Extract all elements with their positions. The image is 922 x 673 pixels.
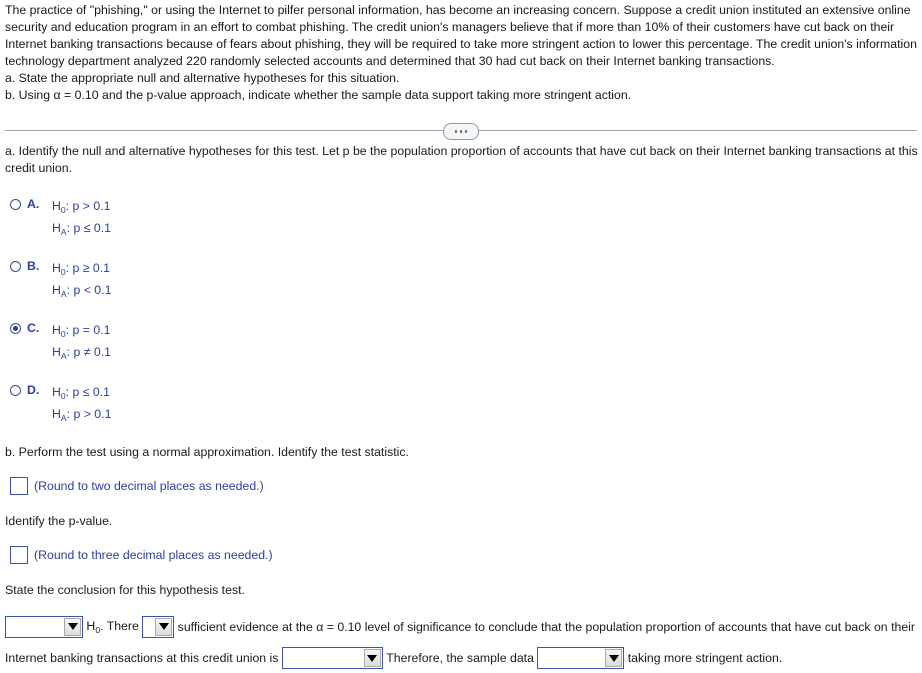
question-b-block: b. Perform the test using a normal appro… [0, 444, 922, 599]
choice-b-alt: HA: p < 0.1 [52, 283, 112, 299]
conclusion-h0-label: H0. There [86, 619, 139, 635]
radio-button-c[interactable] [10, 323, 21, 334]
chevron-down-icon [64, 617, 81, 636]
chevron-down-icon [605, 649, 623, 667]
problem-part-b: b. Using α = 0.10 and the p-value approa… [5, 88, 632, 102]
conclusion-text-4: taking more stringent action. [627, 651, 783, 665]
choice-b-null: H0: p ≥ 0.1 [52, 261, 111, 277]
choice-c-alt: HA: p ≠ 0.1 [52, 345, 111, 361]
choice-letter-b: B. [27, 259, 40, 273]
question-a-block: a. Identify the null and alternative hyp… [0, 143, 922, 426]
question-a-prompt: a. Identify the null and alternative hyp… [5, 144, 918, 175]
radio-button-d[interactable] [10, 385, 21, 396]
problem-part-a: a. State the appropriate null and altern… [5, 71, 400, 85]
choice-d-hypotheses: H0: p ≤ 0.1 HA: p > 0.1 [52, 382, 111, 426]
answer-choice-c[interactable]: C. H0: p = 0.1 HA: p ≠ 0.1 [5, 320, 918, 364]
conclusion-block: H0. There sufficient evidence at the α =… [0, 611, 922, 673]
exercise-page: The practice of "phishing," or using the… [0, 0, 922, 671]
conclusion-dropdown-proportion[interactable] [281, 647, 383, 669]
radio-button-a[interactable] [10, 199, 21, 210]
choice-letter-d: D. [27, 383, 40, 397]
question-b-prompt: b. Perform the test using a normal appro… [5, 445, 409, 459]
more-options-icon[interactable] [443, 123, 479, 140]
choice-c-null: H0: p = 0.1 [52, 323, 111, 339]
answer-choice-d[interactable]: D. H0: p ≤ 0.1 HA: p > 0.1 [5, 382, 918, 426]
section-divider [0, 119, 922, 143]
conclusion-text-3: Therefore, the sample data [386, 651, 534, 665]
choice-c-hypotheses: H0: p = 0.1 HA: p ≠ 0.1 [52, 320, 111, 364]
answer-choice-list: A. H0: p > 0.1 HA: p ≤ 0.1 B. H0: p ≥ 0.… [5, 196, 918, 426]
pvalue-prompt: Identify the p-value. [5, 514, 113, 528]
problem-paragraph: The practice of "phishing," or using the… [5, 3, 917, 68]
choice-letter-c: C. [27, 321, 40, 335]
dot-icon [454, 130, 458, 133]
choice-b-hypotheses: H0: p ≥ 0.1 HA: p < 0.1 [52, 258, 111, 302]
conclusion-dropdown-support[interactable] [537, 647, 625, 669]
conclusion-prompt: State the conclusion for this hypothesis… [5, 583, 245, 597]
pvalue-row: (Round to three decimal places as needed… [5, 546, 918, 564]
test-statistic-hint: (Round to two decimal places as needed.) [34, 478, 264, 493]
choice-a-hypotheses: H0: p > 0.1 HA: p ≤ 0.1 [52, 196, 111, 240]
test-statistic-input[interactable] [10, 477, 28, 495]
choice-letter-a: A. [27, 197, 40, 211]
dot-icon [459, 130, 463, 133]
conclusion-dropdown-sufficiency[interactable] [142, 615, 175, 638]
pvalue-input[interactable] [10, 546, 28, 564]
chevron-down-icon [155, 617, 173, 636]
choice-d-null: H0: p ≤ 0.1 [52, 385, 111, 401]
radio-button-b[interactable] [10, 261, 21, 272]
choice-a-null: H0: p > 0.1 [52, 199, 111, 215]
answer-choice-a[interactable]: A. H0: p > 0.1 HA: p ≤ 0.1 [5, 196, 918, 240]
answer-choice-b[interactable]: B. H0: p ≥ 0.1 HA: p < 0.1 [5, 258, 918, 302]
conclusion-dropdown-reject[interactable] [5, 615, 83, 638]
pvalue-hint: (Round to three decimal places as needed… [34, 547, 273, 562]
chevron-down-icon [363, 649, 381, 667]
test-statistic-row: (Round to two decimal places as needed.) [5, 477, 918, 495]
choice-d-alt: HA: p > 0.1 [52, 407, 112, 423]
choice-a-alt: HA: p ≤ 0.1 [52, 221, 111, 237]
dot-icon [464, 130, 468, 133]
problem-statement: The practice of "phishing," or using the… [0, 0, 922, 104]
